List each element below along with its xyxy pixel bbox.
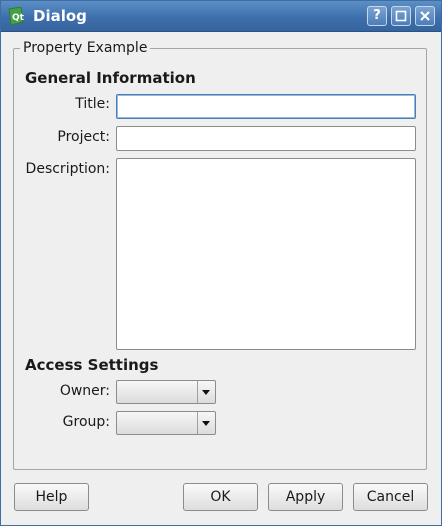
close-icon (420, 11, 430, 21)
title-input[interactable] (116, 94, 416, 119)
chevron-down-icon[interactable] (197, 381, 215, 403)
qt-icon: Qt (8, 6, 25, 26)
maximize-button[interactable] (391, 6, 411, 26)
window-title: Dialog (33, 7, 87, 25)
owner-combobox[interactable] (116, 380, 216, 404)
owner-label: Owner: (59, 383, 110, 399)
chevron-down-icon[interactable] (197, 412, 215, 434)
cancel-button[interactable]: Cancel (353, 483, 428, 511)
general-information-heading: General Information (25, 69, 196, 87)
title-label: Title: (75, 96, 110, 112)
maximize-icon (395, 10, 407, 22)
group-title: Property Example (20, 40, 151, 56)
context-help-button[interactable]: ? (367, 6, 387, 26)
help-button[interactable]: Help (14, 483, 89, 511)
close-button[interactable] (415, 6, 435, 26)
group-combobox[interactable] (116, 411, 216, 435)
project-label: Project: (57, 129, 110, 145)
ok-button[interactable]: OK (183, 483, 258, 511)
title-bar[interactable]: Qt Dialog ? (1, 1, 441, 32)
description-textarea[interactable] (116, 158, 416, 350)
svg-text:Qt: Qt (12, 13, 24, 23)
apply-button[interactable]: Apply (268, 483, 343, 511)
description-label: Description: (25, 161, 110, 177)
project-input[interactable] (116, 126, 416, 151)
access-settings-heading: Access Settings (25, 356, 159, 374)
group-label: Group: (62, 414, 110, 430)
